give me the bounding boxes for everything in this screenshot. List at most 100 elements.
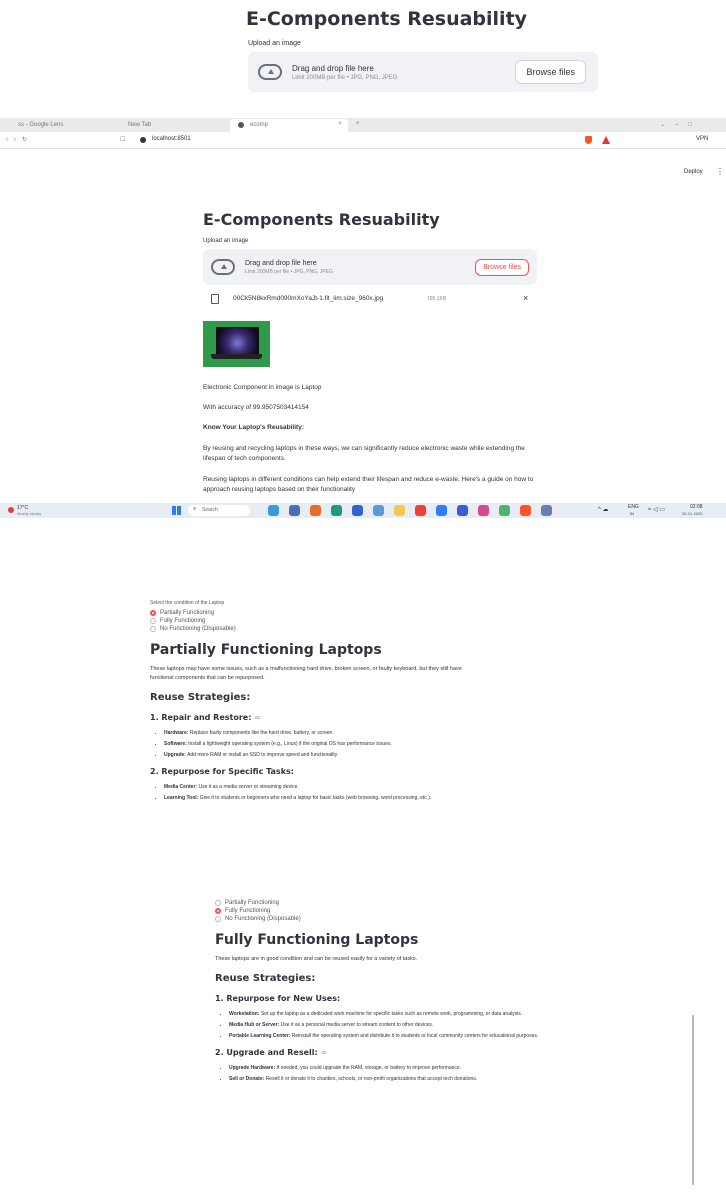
- taskbar-app-icon[interactable]: [331, 505, 342, 516]
- list-item: Hardware: Replace faulty components like…: [164, 729, 484, 737]
- taskbar-app-icon[interactable]: [373, 505, 384, 516]
- taskbar-search[interactable]: ⌕ Search: [188, 505, 250, 516]
- main-menu-icon[interactable]: ⋮: [716, 167, 724, 176]
- radio-partially[interactable]: Partially Functioning: [150, 610, 510, 616]
- vpn-button[interactable]: VPN: [696, 136, 708, 142]
- scrollbar[interactable]: [692, 1015, 694, 1185]
- search-icon: ⌕: [193, 506, 197, 512]
- bookmark-icon[interactable]: ☐: [120, 136, 125, 143]
- tab-new-tab[interactable]: New Tab: [128, 122, 151, 128]
- window-controls-icon[interactable]: ⌄–□: [660, 121, 702, 128]
- tab-strip: ss - Google Lens New Tab ecomp × + ⌄–□: [0, 118, 726, 132]
- radio-fully[interactable]: Fully Functioning: [215, 908, 575, 914]
- taskbar-app-icon[interactable]: [457, 505, 468, 516]
- drop-text: Drag and drop file here: [292, 63, 374, 73]
- item-text: Set up the laptop as a dedicated work ma…: [259, 1011, 523, 1017]
- result-accuracy-text: With accuracy of 99.9507503414154: [203, 404, 309, 411]
- taskbar-app-icon[interactable]: [268, 505, 279, 516]
- weather-desc: Mostly cloudy: [17, 511, 42, 516]
- app-title: E-Components Resuability: [246, 8, 528, 30]
- item-label: Portable Learning Center:: [229, 1033, 291, 1039]
- upgrade-resell-heading: 2. Upgrade and Resell: ∞: [215, 1048, 575, 1057]
- language-indicator[interactable]: ENG: [628, 504, 639, 510]
- radio-fully[interactable]: Fully Functioning: [150, 618, 510, 624]
- repurpose-new-uses-heading: 1. Repurpose for New Uses:: [215, 994, 341, 1003]
- link-icon[interactable]: ∞: [254, 713, 261, 722]
- app-title-browser: E-Components Resuability: [203, 210, 440, 229]
- clock-time[interactable]: 02:08: [690, 504, 703, 510]
- browse-files-button-active[interactable]: Browse files: [475, 258, 529, 276]
- tab-favicon-icon: [238, 122, 244, 128]
- remove-file-icon[interactable]: ×: [523, 293, 528, 303]
- radio-unselected-icon: [215, 916, 221, 922]
- link-icon[interactable]: ∞: [320, 1048, 327, 1057]
- item-text: Install a lightweight operating system (…: [186, 741, 392, 747]
- deploy-button[interactable]: Deploy: [684, 169, 703, 175]
- tab-close-icon[interactable]: ×: [338, 121, 342, 127]
- tab-google-lens[interactable]: ss - Google Lens: [18, 122, 63, 128]
- cloud-upload-icon: [258, 64, 282, 80]
- taskbar-app-icon[interactable]: [541, 505, 552, 516]
- upload-dropzone[interactable]: Drag and drop file here Limit 200MB per …: [248, 52, 598, 92]
- tray-icons[interactable]: ^ ☁: [598, 506, 608, 513]
- file-size: 195.1KB: [427, 296, 447, 302]
- repurpose-list: Media Center: Use it as a media server o…: [150, 783, 484, 802]
- browser-window: ss - Google Lens New Tab ecomp × + ⌄–□ ‹…: [0, 118, 726, 518]
- taskbar-app-icon[interactable]: [352, 505, 363, 516]
- taskbar-app-icon[interactable]: [499, 505, 510, 516]
- drop-text-browser: Drag and drop file here: [245, 259, 317, 267]
- repurpose-heading: 2. Repurpose for Specific Tasks:: [150, 767, 294, 776]
- radio-partially[interactable]: Partially Functioning: [215, 900, 575, 906]
- radio-label: No Functioning (Disposable): [160, 626, 236, 632]
- radio-label: Fully Functioning: [160, 618, 206, 624]
- windows-taskbar: 17°C Mostly cloudy ⌕ Search ^ ☁ ENG IN ≈…: [0, 503, 726, 518]
- list-item: Software: Install a lightweight operatin…: [164, 740, 484, 748]
- reuse-strategies-heading: Reuse Strategies:: [150, 692, 251, 703]
- radio-no-functioning[interactable]: No Functioning (Disposable): [150, 626, 510, 632]
- uploaded-file-row: 00Ck5N8kxRmd090mXoYaJt-1.fit_lim.size_96…: [203, 293, 537, 308]
- tab-ecomp-active[interactable]: ecomp ×: [230, 119, 348, 132]
- section-3-partially: Select the condition of the Laptop Parti…: [150, 600, 510, 830]
- new-tab-button[interactable]: +: [356, 121, 360, 127]
- taskbar-app-icon[interactable]: [394, 505, 405, 516]
- laptop-base-image: [211, 354, 262, 359]
- weather-icon: [8, 507, 14, 513]
- item-text: Give it to students or beginners who nee…: [198, 795, 432, 801]
- wifi-volume-battery-icon[interactable]: ≈ ◁ ▭: [648, 506, 665, 513]
- browse-files-button[interactable]: Browse files: [515, 60, 586, 84]
- upload-label-browser: Upload an image: [203, 238, 249, 244]
- taskbar-app-icon[interactable]: [478, 505, 489, 516]
- item-text: Replace faulty components like the hard …: [188, 730, 334, 736]
- back-forward-reload-icon[interactable]: ‹›↻: [6, 136, 33, 143]
- list-item: Upgrade Hardware: If needed, you could u…: [229, 1064, 549, 1072]
- item-text: Add more RAM or install an SSD to improv…: [185, 752, 339, 758]
- item-text: Resell it or donate it to charities, sch…: [264, 1076, 478, 1082]
- upload-dropzone-browser[interactable]: Drag and drop file here Limit 200MB per …: [203, 249, 537, 285]
- taskbar-app-icon[interactable]: [415, 505, 426, 516]
- taskbar-app-icon[interactable]: [436, 505, 447, 516]
- brave-rewards-icon[interactable]: [602, 136, 610, 144]
- taskbar-app-icon[interactable]: [310, 505, 321, 516]
- list-item: Learning Tool: Give it to students or be…: [164, 794, 484, 802]
- fully-intro: These laptops are in good condition and …: [215, 956, 418, 962]
- item-label: Media Hub or Server:: [229, 1022, 280, 1028]
- taskbar-app-icon[interactable]: [520, 505, 531, 516]
- radio-no-functioning[interactable]: No Functioning (Disposable): [215, 916, 575, 922]
- radio-unselected-icon: [150, 618, 156, 624]
- limit-text: Limit 200MB per file • JPG, PNG, JPEG: [292, 74, 398, 81]
- radio-selected-icon: [150, 610, 156, 616]
- clock-date: 05-01-2025: [682, 511, 703, 516]
- radio-label: Fully Functioning: [225, 908, 271, 914]
- start-windows-icon[interactable]: [172, 506, 181, 515]
- upload-label: Upload an image: [248, 40, 301, 47]
- site-info-icon[interactable]: [140, 137, 146, 143]
- limit-text-browser: Limit 200MB per file • JPG, PNG, JPEG: [245, 268, 333, 275]
- partially-heading: Partially Functioning Laptops: [150, 642, 382, 658]
- partially-intro: These laptops may have some issues, such…: [150, 666, 462, 681]
- taskbar-app-icon[interactable]: [289, 505, 300, 516]
- url-text[interactable]: localhost:8501: [152, 136, 191, 142]
- fully-heading: Fully Functioning Laptops: [215, 932, 419, 948]
- radio-selected-icon: [215, 908, 221, 914]
- brave-shield-icon[interactable]: [585, 136, 592, 144]
- radio-label: Partially Functioning: [160, 610, 215, 616]
